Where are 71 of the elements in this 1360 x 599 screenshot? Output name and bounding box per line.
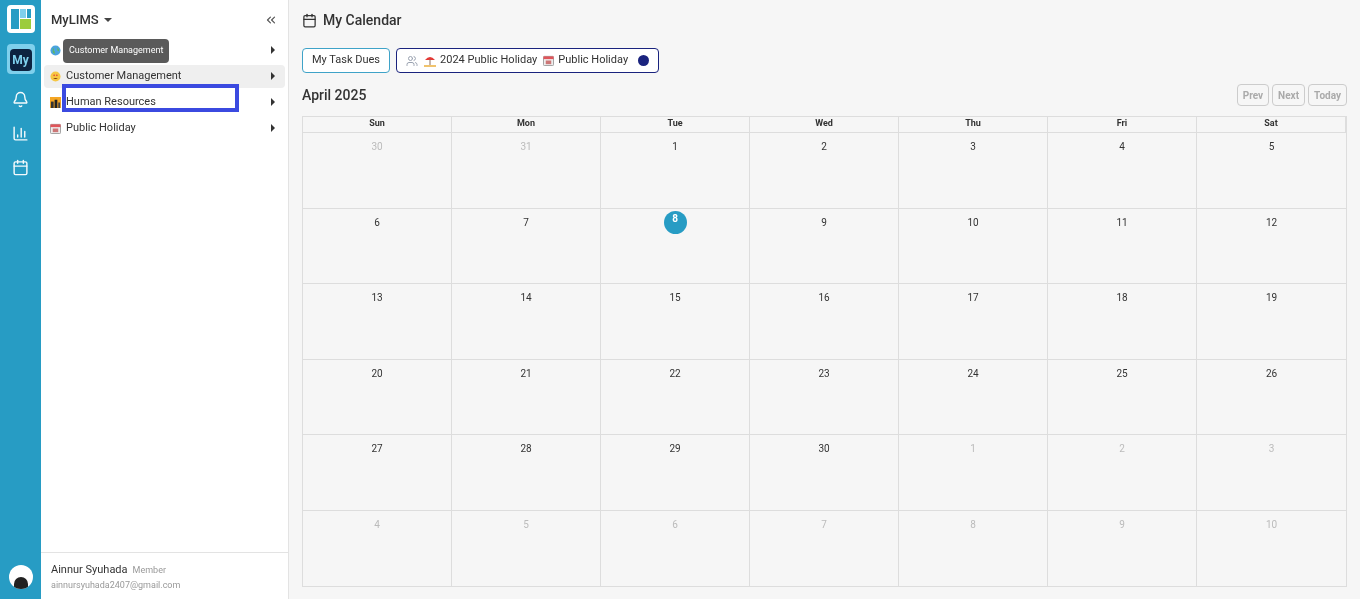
day-number[interactable]: 16 xyxy=(818,290,830,313)
sidebar-item-label: Customer Management xyxy=(66,67,182,84)
my-button[interactable]: My xyxy=(9,49,32,71)
sidebar-item-label: Public Holiday xyxy=(66,119,136,136)
sidebar-item[interactable]: Customer Management xyxy=(44,38,285,62)
app-logo-icon[interactable] xyxy=(6,5,35,33)
day-number[interactable]: 14 xyxy=(520,290,532,313)
expand-arrow-icon xyxy=(271,46,275,54)
day-number[interactable]: 10 xyxy=(967,214,979,238)
calendar-tag: Public Holiday xyxy=(558,52,629,69)
calendar-icon[interactable] xyxy=(12,159,29,176)
expand-arrow-icon xyxy=(271,98,275,106)
day-number[interactable]: 26 xyxy=(1265,365,1278,389)
calendar-filter[interactable]: 2024 Public Holiday Public Holiday xyxy=(396,48,660,73)
day-number[interactable]: 28 xyxy=(520,441,532,464)
day-number[interactable]: 15 xyxy=(669,290,681,313)
day-number[interactable]: 5 xyxy=(1268,139,1275,162)
weekday-header: Mon xyxy=(452,117,601,133)
day-number[interactable]: 29 xyxy=(669,441,681,464)
calendar-icon xyxy=(543,55,555,66)
day-number[interactable]: 11 xyxy=(1116,214,1128,238)
weekday-header: Sat xyxy=(1197,117,1346,133)
day-number[interactable]: 27 xyxy=(371,441,383,464)
day-number[interactable]: 18 xyxy=(1116,290,1128,313)
sidebar-item[interactable]: Human Resources xyxy=(44,90,285,114)
city-icon xyxy=(50,96,61,108)
weekday-header: Tue xyxy=(601,117,750,133)
day-number[interactable]: 20 xyxy=(371,365,383,389)
weekday-header: Wed xyxy=(750,117,899,133)
sidebar-item-label: Human Resources xyxy=(66,93,156,110)
chart-icon[interactable] xyxy=(12,125,29,142)
day-number[interactable]: 30 xyxy=(818,441,830,464)
tooltip: Customer Management xyxy=(63,39,170,63)
day-number[interactable]: 19 xyxy=(1265,290,1278,313)
task-dues-button[interactable]: My Task Dues xyxy=(302,48,391,73)
weekday-header: Sun xyxy=(303,117,452,133)
calendar-tag: 2024 Public Holiday xyxy=(440,52,538,69)
month-title: April 2025 xyxy=(302,85,367,105)
people-icon xyxy=(406,54,419,67)
weekday-header: Thu xyxy=(899,117,1048,133)
day-number[interactable]: 23 xyxy=(818,365,830,389)
sidebar-item[interactable]: Public Holiday xyxy=(44,116,285,140)
day-number[interactable]: 25 xyxy=(1116,365,1128,389)
calendar-icon xyxy=(50,122,61,134)
day-number[interactable]: 7 xyxy=(523,214,529,238)
day-number[interactable]: 9 xyxy=(821,214,827,238)
expand-arrow-icon xyxy=(271,72,275,80)
day-number[interactable]: 22 xyxy=(669,365,681,389)
weekday-header: Fri xyxy=(1048,117,1197,133)
day-number[interactable]: 13 xyxy=(371,290,383,313)
user-email: ainnursyuhada2407@gmail.com xyxy=(51,578,182,592)
bell-icon[interactable] xyxy=(12,91,29,108)
beach-umbrella-icon xyxy=(424,54,437,67)
page-title: My Calendar xyxy=(323,11,402,30)
day-number[interactable]: 4 xyxy=(1119,139,1125,162)
day-number[interactable]: 17 xyxy=(967,290,979,313)
day-number[interactable]: 2 xyxy=(821,139,827,162)
globe-icon xyxy=(50,44,61,56)
user-name: Ainnur Syuhada xyxy=(51,562,128,578)
day-number[interactable]: 21 xyxy=(520,365,532,389)
workspace-dropdown[interactable]: MyLIMS xyxy=(51,10,112,30)
user-role: Member xyxy=(132,564,166,577)
calendar-icon xyxy=(302,13,317,28)
day-number[interactable]: 12 xyxy=(1265,214,1278,238)
day-number[interactable]: 3 xyxy=(970,139,976,162)
day-number[interactable]: 6 xyxy=(374,214,380,238)
smiley-icon xyxy=(50,70,61,82)
expand-arrow-icon xyxy=(271,124,275,132)
day-number[interactable]: 1 xyxy=(672,139,678,162)
day-number[interactable]: 24 xyxy=(967,365,979,389)
avatar[interactable] xyxy=(8,565,33,589)
